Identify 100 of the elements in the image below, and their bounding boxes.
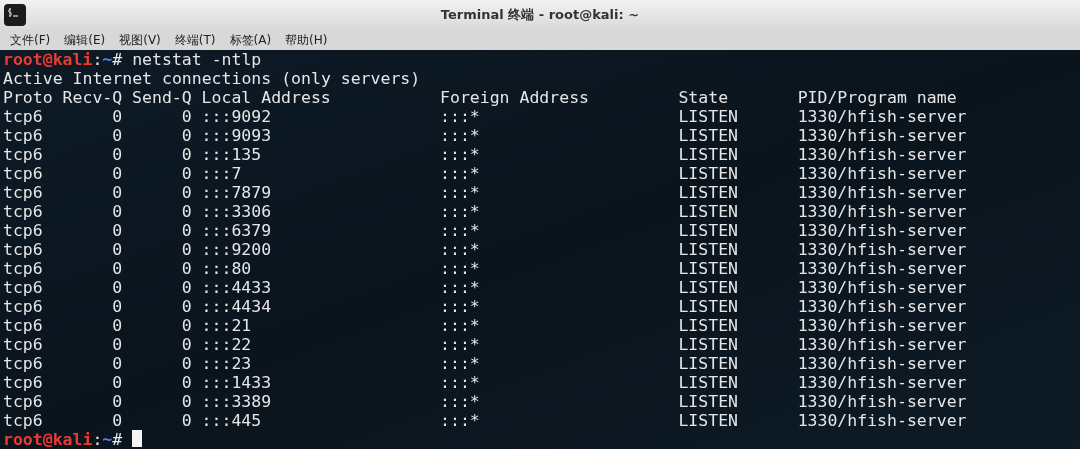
table-cell: tcp6	[3, 373, 43, 392]
table-cell: LISTEN	[678, 183, 739, 202]
table-cell: tcp6	[3, 259, 43, 278]
table-cell: 1330/hfish-server	[797, 278, 967, 297]
table-cell: LISTEN	[678, 107, 739, 126]
table-cell: 0	[181, 240, 192, 259]
table-cell: 0	[181, 221, 192, 240]
menu-item[interactable]: 终端(T)	[172, 30, 218, 50]
window-title: Terminal 终端 - root@kali: ~	[440, 6, 640, 25]
table-cell: tcp6	[3, 278, 43, 297]
terminal-icon	[4, 4, 26, 26]
table-cell: 0	[181, 297, 192, 316]
table-cell: :::*	[440, 392, 480, 411]
table-cell: :::135	[201, 145, 262, 164]
table-cell: :::*	[440, 240, 480, 259]
table-cell: LISTEN	[678, 259, 739, 278]
table-cell: 0	[112, 221, 123, 240]
table-cell: tcp6	[3, 126, 43, 145]
table-cell: 0	[112, 259, 123, 278]
table-cell: LISTEN	[678, 145, 739, 164]
table-cell: :::*	[440, 202, 480, 221]
table-cell: :::*	[440, 297, 480, 316]
shell-prompt: root@kali:~#	[3, 430, 123, 449]
table-cell: 0	[112, 126, 123, 145]
table-cell: 1330/hfish-server	[797, 316, 967, 335]
table-cell: :::9092	[201, 107, 272, 126]
table-cell: LISTEN	[678, 278, 739, 297]
table-cell: :::*	[440, 107, 480, 126]
table-cell: :::9200	[201, 240, 272, 259]
table-cell: LISTEN	[678, 354, 739, 373]
table-cell: :::*	[440, 411, 480, 430]
table-cell: :::*	[440, 259, 480, 278]
table-cell: tcp6	[3, 107, 43, 126]
table-cell: 1330/hfish-server	[797, 373, 967, 392]
table-cell: :::*	[440, 164, 480, 183]
table-cell: tcp6	[3, 240, 43, 259]
output-text: Active Internet connections (only servers)	[3, 69, 421, 88]
table-cell: tcp6	[3, 392, 43, 411]
table-cell: tcp6	[3, 354, 43, 373]
table-cell: 0	[181, 335, 192, 354]
column-header: Proto	[3, 88, 53, 107]
table-cell: LISTEN	[678, 335, 739, 354]
table-cell: :::*	[440, 145, 480, 164]
table-cell: 0	[112, 107, 123, 126]
table-cell: :::4434	[201, 297, 272, 316]
table-cell: 0	[112, 373, 123, 392]
table-cell: :::22	[201, 335, 252, 354]
table-cell: 0	[181, 354, 192, 373]
table-cell: LISTEN	[678, 221, 739, 240]
table-cell: 0	[112, 164, 123, 183]
table-cell: LISTEN	[678, 126, 739, 145]
table-cell: LISTEN	[678, 202, 739, 221]
table-cell: tcp6	[3, 411, 43, 430]
table-cell: LISTEN	[678, 392, 739, 411]
table-cell: :::*	[440, 221, 480, 240]
table-cell: 0	[112, 316, 123, 335]
table-cell: 0	[181, 183, 192, 202]
table-cell: 1330/hfish-server	[797, 259, 967, 278]
table-cell: tcp6	[3, 221, 43, 240]
menu-item[interactable]: 帮助(H)	[283, 30, 330, 50]
table-cell: :::1433	[201, 373, 272, 392]
menu-item[interactable]: 文件(F)	[8, 30, 53, 50]
table-cell: 1330/hfish-server	[797, 183, 967, 202]
menu-item[interactable]: 标签(A)	[227, 30, 274, 50]
table-cell: LISTEN	[678, 297, 739, 316]
column-header: Local Address	[201, 88, 331, 107]
table-cell: :::9093	[201, 126, 272, 145]
table-cell: 1330/hfish-server	[797, 392, 967, 411]
table-cell: 0	[112, 411, 123, 430]
table-cell: :::445	[201, 411, 262, 430]
menu-item[interactable]: 编辑(E)	[62, 30, 108, 50]
table-cell: 0	[181, 145, 192, 164]
shell-prompt: root@kali:~#	[3, 50, 123, 69]
table-cell: :::80	[201, 259, 252, 278]
table-cell: :::6379	[201, 221, 272, 240]
menu-item[interactable]: 视图(V)	[117, 30, 163, 50]
table-cell: 0	[112, 240, 123, 259]
table-cell: :::7	[201, 164, 242, 183]
table-cell: 0	[112, 297, 123, 316]
table-cell: 0	[181, 202, 192, 221]
table-cell: 0	[181, 126, 192, 145]
table-cell: :::*	[440, 335, 480, 354]
table-cell: :::*	[440, 354, 480, 373]
table-cell: LISTEN	[678, 164, 739, 183]
table-cell: 1330/hfish-server	[797, 297, 967, 316]
table-cell: 0	[181, 107, 192, 126]
table-cell: :::4433	[201, 278, 272, 297]
table-cell: 1330/hfish-server	[797, 126, 967, 145]
table-cell: 0	[112, 183, 123, 202]
table-cell: LISTEN	[678, 373, 739, 392]
table-cell: 1330/hfish-server	[797, 202, 967, 221]
table-cell: 1330/hfish-server	[797, 164, 967, 183]
table-cell: LISTEN	[678, 316, 739, 335]
table-cell: 1330/hfish-server	[797, 221, 967, 240]
table-cell: 0	[112, 202, 123, 221]
table-cell: 0	[181, 278, 192, 297]
table-cell: tcp6	[3, 297, 43, 316]
table-cell: 0	[181, 259, 192, 278]
table-cell: 0	[112, 278, 123, 297]
table-cell: 1330/hfish-server	[797, 145, 967, 164]
